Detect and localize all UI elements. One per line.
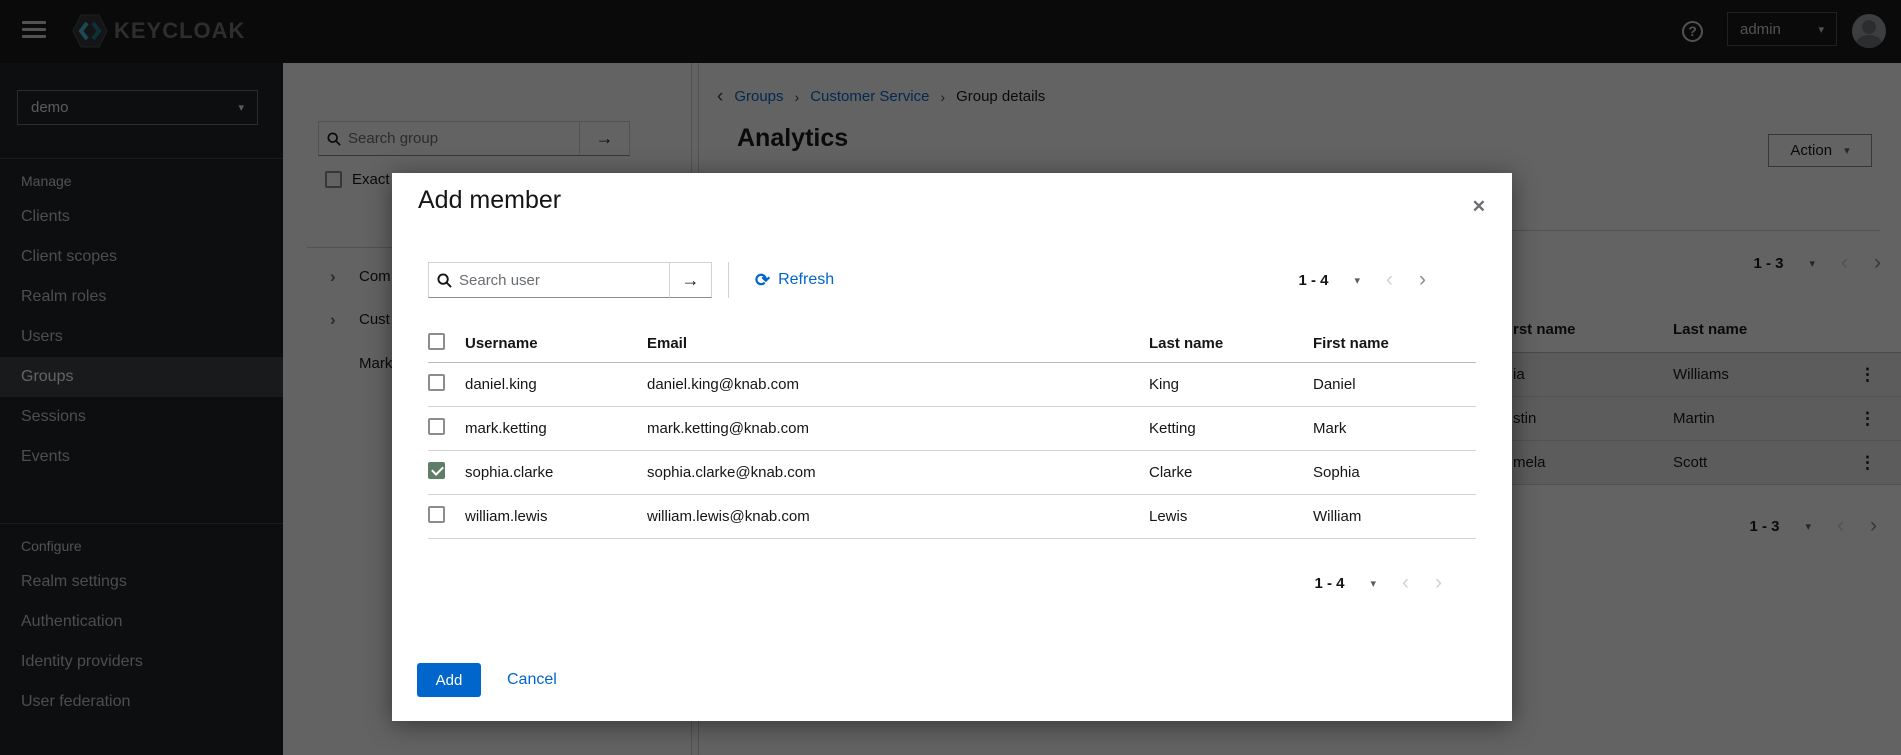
- user-search-field: [428, 262, 670, 298]
- user-table-row[interactable]: william.lewiswilliam.lewis@knab.comLewis…: [428, 495, 1476, 539]
- row-select-checkbox[interactable]: [428, 418, 445, 435]
- first-name-cell: Mark: [1313, 420, 1476, 437]
- pagination-range: 1 - 4: [1298, 272, 1328, 289]
- username-cell: daniel.king: [465, 376, 647, 393]
- prev-page-icon[interactable]: ‹: [1386, 270, 1393, 290]
- next-page-icon[interactable]: ›: [1435, 573, 1442, 593]
- user-table-row[interactable]: sophia.clarkesophia.clarke@knab.comClark…: [428, 451, 1476, 495]
- email-header: Email: [647, 335, 1149, 352]
- refresh-label: Refresh: [778, 271, 834, 289]
- refresh-button[interactable]: ⟳ Refresh: [755, 270, 834, 291]
- search-icon: [437, 273, 452, 288]
- add-button[interactable]: Add: [417, 663, 481, 697]
- user-table-row[interactable]: mark.kettingmark.ketting@knab.comKetting…: [428, 407, 1476, 451]
- row-select-checkbox[interactable]: [428, 506, 445, 523]
- username-cell: mark.ketting: [465, 420, 647, 437]
- next-page-icon[interactable]: ›: [1419, 270, 1426, 290]
- user-pagination-bottom: 1 - 4 ▾ ‹ ›: [1314, 573, 1442, 593]
- add-member-modal: Add member ✕ → ⟳ Refresh 1 - 4 ▾ ‹ › Use…: [392, 173, 1512, 721]
- refresh-icon: ⟳: [755, 270, 770, 291]
- close-icon[interactable]: ✕: [1472, 197, 1486, 217]
- pagination-range: 1 - 4: [1314, 575, 1344, 592]
- user-table-header: Username Email Last name First name: [428, 325, 1476, 363]
- email-cell: william.lewis@knab.com: [647, 508, 1149, 525]
- email-cell: mark.ketting@knab.com: [647, 420, 1149, 437]
- last-name-cell: Clarke: [1149, 464, 1313, 481]
- caret-down-icon[interactable]: ▾: [1370, 577, 1376, 590]
- row-select-checkbox[interactable]: [428, 374, 445, 391]
- select-all-checkbox[interactable]: [428, 333, 445, 350]
- email-cell: sophia.clarke@knab.com: [647, 464, 1149, 481]
- row-select-checkbox[interactable]: [428, 462, 445, 479]
- username-header: Username: [465, 335, 647, 352]
- username-cell: sophia.clarke: [465, 464, 647, 481]
- toolbar-divider: [728, 262, 729, 298]
- modal-title: Add member: [418, 186, 561, 215]
- user-table: Username Email Last name First name dani…: [428, 325, 1476, 539]
- user-search-input[interactable]: [459, 272, 661, 289]
- email-cell: daniel.king@knab.com: [647, 376, 1149, 393]
- user-table-row[interactable]: daniel.kingdaniel.king@knab.comKingDanie…: [428, 363, 1476, 407]
- first-name-cell: Daniel: [1313, 376, 1476, 393]
- prev-page-icon[interactable]: ‹: [1402, 573, 1409, 593]
- username-cell: william.lewis: [465, 508, 647, 525]
- last-name-cell: Ketting: [1149, 420, 1313, 437]
- first-name-cell: Sophia: [1313, 464, 1476, 481]
- first-name-header: First name: [1313, 335, 1476, 352]
- user-pagination-top: 1 - 4 ▾ ‹ ›: [1298, 270, 1426, 290]
- last-name-cell: Lewis: [1149, 508, 1313, 525]
- last-name-cell: King: [1149, 376, 1313, 393]
- user-search-submit-button[interactable]: →: [670, 262, 712, 298]
- last-name-header: Last name: [1149, 335, 1313, 352]
- cancel-button[interactable]: Cancel: [507, 671, 557, 689]
- caret-down-icon[interactable]: ▾: [1354, 274, 1360, 287]
- first-name-cell: William: [1313, 508, 1476, 525]
